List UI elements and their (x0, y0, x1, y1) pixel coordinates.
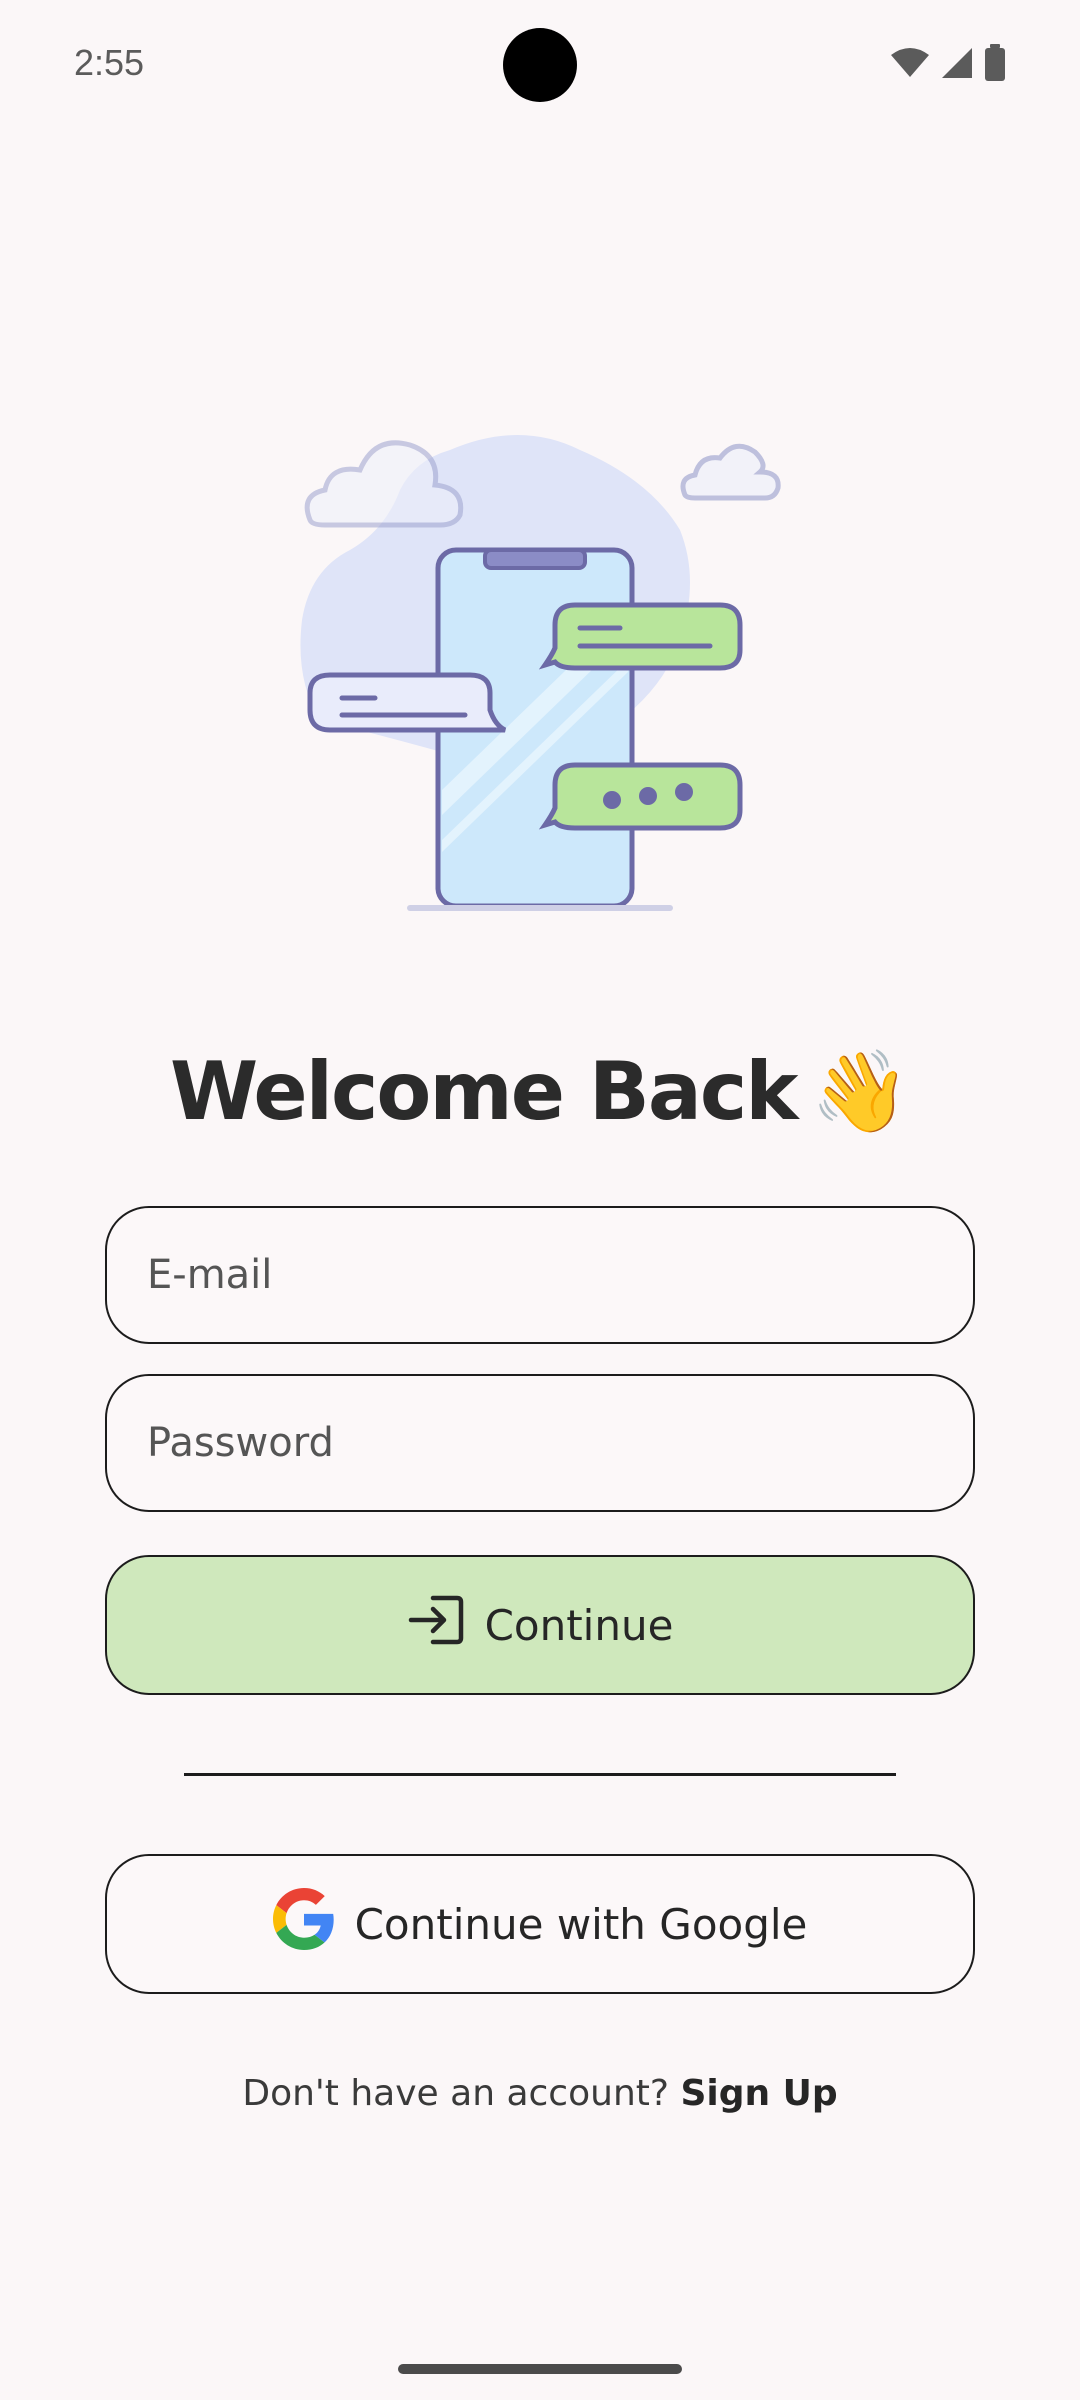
phone-chat-illustration (290, 410, 790, 930)
continue-with-google-button[interactable]: Continue with Google (105, 1854, 975, 1994)
title-row: Welcome Back 👋 (0, 1045, 1080, 1139)
wifi-icon (890, 47, 930, 79)
continue-button-label: Continue (484, 1600, 674, 1650)
cellular-signal-icon (940, 46, 974, 80)
login-screen: 2:55 Welcome Back 👋 E-mail Continue Cont… (0, 0, 1080, 2400)
waving-hand-emoji: 👋 (810, 1045, 911, 1138)
page-title: Welcome Back (169, 1045, 799, 1138)
status-icons (890, 44, 1006, 82)
cloud-icon-right (680, 443, 781, 501)
continue-button[interactable]: Continue (105, 1555, 975, 1695)
google-logo-icon (272, 1888, 335, 1960)
battery-icon (984, 44, 1006, 82)
password-field[interactable] (107, 1376, 973, 1510)
status-bar: 2:55 (0, 0, 1080, 130)
sign-up-link[interactable]: Sign Up (680, 2073, 837, 2114)
signup-prompt: Don't have an account? (242, 2073, 669, 2114)
divider (184, 1773, 896, 1776)
email-field[interactable] (107, 1208, 973, 1342)
status-time: 2:55 (74, 42, 145, 83)
home-indicator[interactable] (398, 2364, 682, 2374)
login-arrow-icon (407, 1594, 465, 1656)
email-field-container (105, 1206, 975, 1344)
continue-with-google-label: Continue with Google (354, 1899, 808, 1949)
camera-cutout (503, 28, 577, 102)
signup-row: Don't have an account? Sign Up (0, 2073, 1080, 2114)
password-field-container (105, 1374, 975, 1512)
